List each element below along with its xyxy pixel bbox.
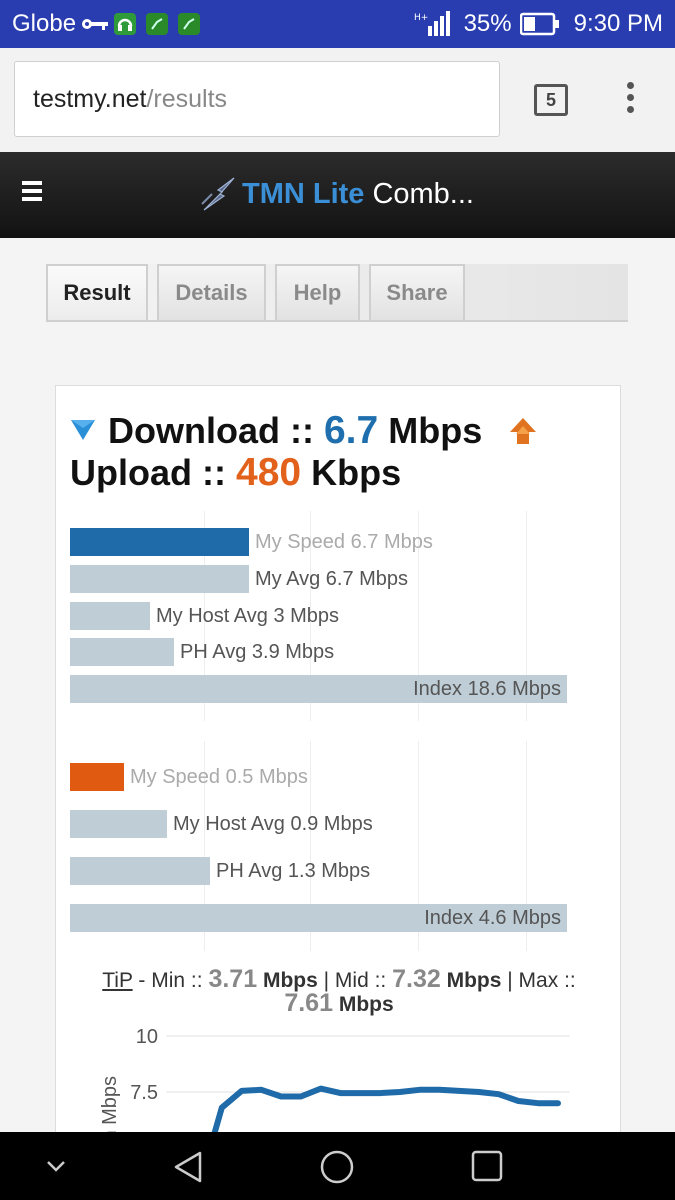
network-icon: H+ xyxy=(414,10,450,38)
comparison-bar xyxy=(70,857,210,885)
bar-label: My Host Avg 0.9 Mbps xyxy=(173,813,373,835)
tab-label: Details xyxy=(175,280,248,305)
tab-label: Help xyxy=(293,280,342,305)
y-tick-label: 10 xyxy=(136,1026,158,1048)
tab-label: Share xyxy=(386,280,448,305)
comparison-bar xyxy=(70,528,249,556)
address-bar[interactable]: testmy.net/results xyxy=(14,61,500,137)
system-nav-bar xyxy=(0,1132,675,1200)
upload-label: Upload :: xyxy=(70,452,226,493)
app-icon xyxy=(146,13,169,35)
url-path: /results xyxy=(146,84,228,113)
bar-label: PH Avg 3.9 Mbps xyxy=(180,641,335,664)
overflow-menu-icon[interactable] xyxy=(620,82,640,118)
tip-min-value: 3.71 xyxy=(208,965,258,993)
brand-title: TMN Lite Comb... xyxy=(200,174,474,214)
tip-mid-unit: Mbps xyxy=(446,969,502,992)
bar-label: Index 4.6 Mbps xyxy=(424,907,561,929)
tip-link[interactable]: TiP xyxy=(102,969,132,992)
y-tick-label: 7.5 xyxy=(130,1082,158,1104)
comparison-bar xyxy=(70,564,249,593)
carrier-name: Globe xyxy=(12,10,77,37)
comparison-bar xyxy=(70,638,174,667)
tab-help[interactable]: Help xyxy=(275,264,360,322)
tab-share[interactable]: Share xyxy=(369,264,465,322)
tip-max-value: 7.61 xyxy=(284,989,333,1017)
bar-label: PH Avg 1.3 Mbps xyxy=(216,860,371,882)
bar-label: My Avg 6.7 Mbps xyxy=(255,567,409,590)
tip-summary: TiP - Min :: 3.71 Mbps | Mid :: 7.32 Mbp… xyxy=(56,965,622,1017)
tip-max-label: | Max :: xyxy=(501,969,576,992)
tab-count: 5 xyxy=(545,89,556,110)
app-icon xyxy=(178,13,201,35)
battery-percent: 35% xyxy=(463,10,512,37)
download-value: 6.7 xyxy=(323,409,379,452)
app-header: TMN Lite Comb... xyxy=(0,152,675,238)
bar-label: My Speed 0.5 Mbps xyxy=(130,766,308,788)
result-card: Download :: 6.7 Mbps Upload :: 480 Kbps … xyxy=(55,385,622,1146)
browser-toolbar: testmy.net/results 5 xyxy=(0,48,675,152)
upload-arrow-icon xyxy=(510,418,536,444)
chevron-down-icon[interactable] xyxy=(44,1156,68,1176)
comparison-bar xyxy=(70,601,150,630)
download-label: Download :: xyxy=(108,410,314,451)
status-bar: Globe H+ 35% 9:30 PM xyxy=(0,0,675,48)
tab-result[interactable]: Result xyxy=(46,264,148,322)
home-icon[interactable] xyxy=(319,1149,355,1185)
upload-unit: Kbps xyxy=(311,452,402,493)
page-title: Comb... xyxy=(372,177,474,210)
tip-min-label: - Min :: xyxy=(132,969,209,992)
tab-switcher-button[interactable]: 5 xyxy=(534,84,568,116)
url-host: testmy.net xyxy=(33,84,147,113)
key-icon xyxy=(82,17,109,31)
battery-icon xyxy=(519,12,560,36)
lightning-bolt-icon xyxy=(201,177,235,211)
bar-label: Index 18.6 Mbps xyxy=(413,678,561,701)
tab-label: Result xyxy=(63,280,131,305)
tip-max-unit: Mbps xyxy=(338,993,394,1016)
svg-text:H+: H+ xyxy=(414,13,428,23)
headphones-icon xyxy=(114,13,137,35)
result-tabs: Result Details Help Share xyxy=(46,264,628,322)
hamburger-menu-icon[interactable] xyxy=(22,181,42,201)
download-unit: Mbps xyxy=(388,410,483,451)
comparison-bar xyxy=(70,810,167,838)
recents-icon[interactable] xyxy=(470,1149,504,1183)
clock: 9:30 PM xyxy=(573,10,663,37)
bar-label: My Host Avg 3 Mbps xyxy=(156,604,340,627)
tab-details[interactable]: Details xyxy=(157,264,266,322)
back-icon[interactable] xyxy=(170,1149,206,1185)
upload-value: 480 xyxy=(236,451,302,494)
brand-name: TMN Lite xyxy=(242,177,365,210)
speed-over-time-chart: in Mbps107.55 xyxy=(99,1026,570,1146)
tip-mid-value: 7.32 xyxy=(392,965,441,993)
bar-label: My Speed 6.7 Mbps xyxy=(255,531,433,553)
speed-summary: Download :: 6.7 Mbps Upload :: 480 Kbps xyxy=(70,410,482,494)
comparison-bar xyxy=(70,763,124,791)
